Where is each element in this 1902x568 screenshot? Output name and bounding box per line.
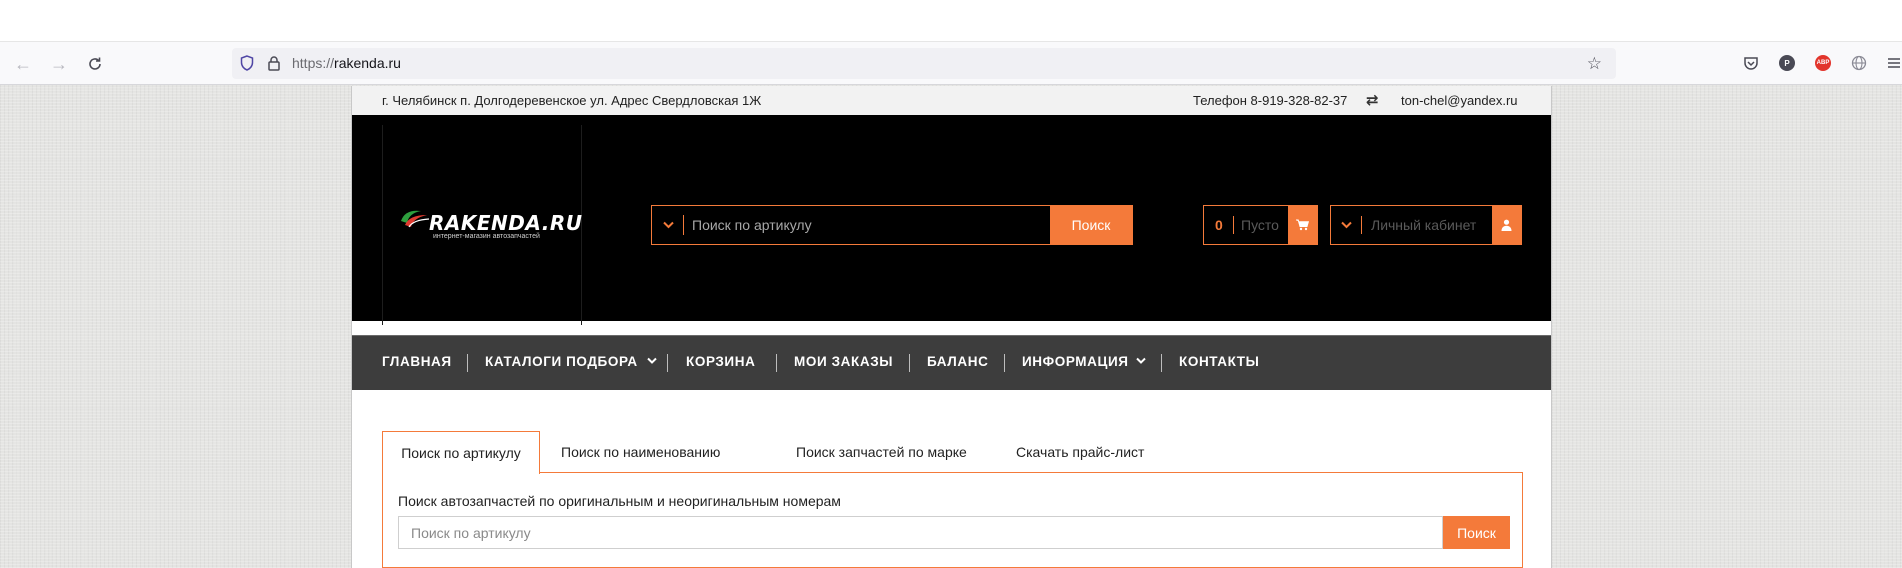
search-tabs: Поиск по артикулу Поиск по наименованию …	[382, 431, 1523, 478]
lock-icon[interactable]	[268, 55, 280, 76]
url-text[interactable]: https://rakenda.ru	[292, 55, 401, 71]
menu-icon[interactable]	[1884, 53, 1902, 73]
header-search: Поиск по артикулу Поиск	[651, 205, 1133, 245]
user-icon[interactable]	[1492, 206, 1521, 244]
search-panel: Поиск автозапчастей по оригинальным и не…	[382, 472, 1523, 568]
site-header: RAKENDA.RU интернет-магазин автозапчасте…	[352, 115, 1551, 325]
search-panel-description: Поиск автозапчастей по оригинальным и не…	[398, 493, 841, 509]
chevron-down-icon[interactable]	[647, 354, 657, 373]
nav-item-catalogs[interactable]: КАТАЛОГИ ПОДБОРА	[485, 354, 638, 369]
divider	[1361, 216, 1362, 234]
swap-arrows-icon: ⇄	[1366, 92, 1379, 109]
reload-icon	[89, 57, 101, 70]
nav-item-info[interactable]: ИНФОРМАЦИЯ	[1022, 354, 1129, 369]
logo-swoosh-icon	[401, 210, 430, 228]
article-search-button[interactable]: Поиск	[1443, 516, 1510, 549]
nav-item-orders[interactable]: МОИ ЗАКАЗЫ	[794, 354, 893, 369]
account-dropdown[interactable]	[1331, 206, 1361, 244]
forward-button[interactable]: →	[45, 50, 73, 78]
pocket-icon[interactable]	[1741, 53, 1761, 73]
back-button[interactable]: ←	[9, 50, 37, 78]
nav-divider	[909, 354, 910, 372]
search-type-dropdown[interactable]	[652, 206, 684, 244]
tab-brand-search[interactable]: Поиск запчастей по марке	[796, 431, 967, 473]
cart-widget[interactable]: 0 Пусто	[1203, 205, 1318, 245]
cart-icon[interactable]	[1288, 206, 1317, 244]
account-label: Личный кабинет	[1371, 217, 1477, 233]
logo-tagline: интернет-магазин автозапчастей	[433, 233, 540, 240]
nav-item-cart[interactable]: КОРЗИНА	[686, 354, 755, 369]
browser-titlebar	[0, 0, 1902, 42]
nav-item-balance[interactable]: БАЛАНС	[927, 354, 988, 369]
store-phone[interactable]: Телефон 8-919-328-82-37	[1193, 93, 1347, 108]
reload-button[interactable]	[81, 50, 109, 78]
main-navigation: ГЛАВНАЯ КАТАЛОГИ ПОДБОРА КОРЗИНА МОИ ЗАК…	[352, 335, 1551, 390]
translate-icon[interactable]	[1849, 53, 1869, 73]
chevron-down-icon	[1340, 221, 1352, 229]
store-address: г. Челябинск п. Долгодеревенское ул. Адр…	[382, 93, 762, 108]
account-widget[interactable]: Личный кабинет	[1330, 205, 1522, 245]
nav-divider	[776, 354, 777, 372]
address-bar[interactable]: https://rakenda.ru ☆	[232, 48, 1616, 79]
nav-divider	[1161, 354, 1162, 372]
header-search-input[interactable]: Поиск по артикулу	[692, 217, 812, 233]
adblock-plus-icon[interactable]: ABP	[1813, 53, 1833, 73]
logo-text: RAKENDA.RU	[429, 211, 583, 235]
nav-divider	[467, 354, 468, 372]
logo-container[interactable]: RAKENDA.RU интернет-магазин автозапчасте…	[382, 125, 582, 325]
cart-count: 0	[1215, 217, 1223, 233]
article-search-input[interactable]: Поиск по артикулу	[398, 516, 1443, 549]
site-container: г. Челябинск п. Долгодеревенское ул. Адр…	[351, 86, 1552, 568]
top-info-bar: г. Челябинск п. Долгодеревенское ул. Адр…	[352, 86, 1551, 115]
chevron-down-icon[interactable]	[1136, 354, 1146, 373]
profile-extension-icon[interactable]: P	[1777, 53, 1797, 73]
tab-price-list[interactable]: Скачать прайс-лист	[1016, 431, 1144, 473]
tracking-protection-icon[interactable]	[240, 55, 254, 76]
tab-article-search[interactable]: Поиск по артикулу	[382, 431, 540, 474]
nav-item-contacts[interactable]: КОНТАКТЫ	[1179, 354, 1259, 369]
browser-toolbar: ← → https://rakenda.ru ☆ P ABP	[0, 42, 1902, 85]
cart-status: Пусто	[1241, 217, 1279, 233]
store-email[interactable]: ton-chel@yandex.ru	[1401, 93, 1518, 108]
nav-divider	[1004, 354, 1005, 372]
header-search-button[interactable]: Поиск	[1050, 206, 1132, 244]
divider	[683, 215, 684, 235]
divider	[1233, 216, 1234, 234]
tab-name-search[interactable]: Поиск по наименованию	[561, 431, 720, 473]
nav-divider	[667, 354, 668, 372]
nav-item-home[interactable]: ГЛАВНАЯ	[382, 354, 452, 369]
chevron-down-icon	[662, 221, 674, 229]
bookmark-star-icon[interactable]: ☆	[1587, 54, 1602, 74]
article-search-placeholder: Поиск по артикулу	[411, 525, 531, 541]
